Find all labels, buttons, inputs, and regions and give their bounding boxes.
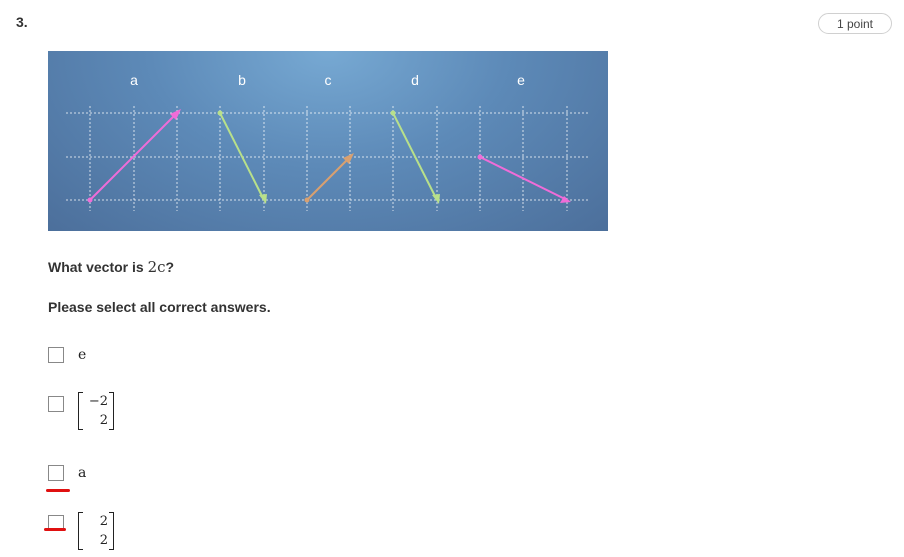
option-matrix-2-2[interactable]: 2 2 xyxy=(48,512,138,557)
grid-lines xyxy=(66,106,588,211)
option-e[interactable]: e xyxy=(48,347,108,367)
option-a[interactable]: a xyxy=(48,465,108,485)
vector-label-c: c xyxy=(325,72,332,88)
vector-e xyxy=(477,154,571,203)
matrix-bottom: 2 xyxy=(99,413,108,428)
option-checkbox[interactable] xyxy=(48,465,64,481)
vector-grid-svg: a b c d e xyxy=(66,72,588,211)
red-annotation-mark xyxy=(46,489,70,492)
red-annotation-mark xyxy=(44,528,66,531)
points-badge: 1 point xyxy=(818,13,892,34)
question-number: 3. xyxy=(16,14,28,30)
vector-label-e: e xyxy=(517,72,525,88)
column-vector: −2 2 xyxy=(78,392,118,432)
vector-label-d: d xyxy=(411,72,419,88)
vector-c xyxy=(304,153,354,203)
option-matrix-neg2-2[interactable]: −2 2 xyxy=(48,392,138,438)
option-checkbox[interactable] xyxy=(48,347,64,363)
option-label: e xyxy=(78,347,87,363)
matrix-top: −2 xyxy=(88,394,108,409)
matrix-bracket-right xyxy=(109,392,114,430)
vector-label-b: b xyxy=(238,72,246,88)
option-label: a xyxy=(78,465,87,481)
matrix-top: 2 xyxy=(99,514,108,529)
vector-d xyxy=(390,110,440,204)
prompt-math: 2c xyxy=(147,258,166,276)
vector-label-a: a xyxy=(130,72,138,88)
prompt-text: What vector is xyxy=(48,259,144,275)
column-vector: 2 2 xyxy=(78,512,118,552)
vector-figure: a b c d e xyxy=(48,51,608,231)
question-prompt: What vector is 2c? xyxy=(48,258,174,276)
option-checkbox[interactable] xyxy=(48,396,64,412)
prompt-suffix: ? xyxy=(165,259,175,275)
matrix-bottom: 2 xyxy=(99,533,108,548)
matrix-bracket-right xyxy=(109,512,114,550)
select-instruction: Please select all correct answers. xyxy=(48,299,271,315)
